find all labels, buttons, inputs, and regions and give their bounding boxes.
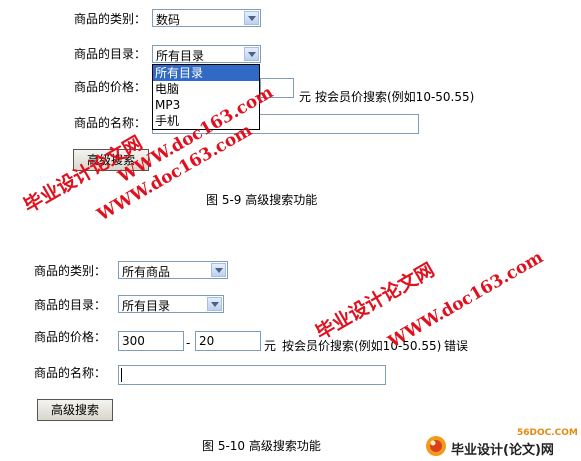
- category-label-1: 商品的类别：: [74, 12, 147, 26]
- chevron-down-icon[interactable]: [244, 47, 259, 61]
- name-label-2: 商品的名称：: [34, 366, 107, 380]
- figure-caption-2: 图 5-10 高级搜索功能: [202, 439, 321, 453]
- category-select-1[interactable]: 数码: [152, 9, 261, 27]
- chevron-down-icon[interactable]: [244, 11, 259, 25]
- text-caret: [121, 368, 122, 382]
- category-select-value: 所有商品: [122, 265, 171, 279]
- price-error-text: 错误: [444, 339, 469, 353]
- category-select-value: 数码: [156, 13, 181, 27]
- price-max-input[interactable]: 20: [195, 331, 261, 351]
- price-separator: -: [186, 336, 191, 350]
- logo-url-text: 56DOC.COM: [517, 428, 578, 438]
- price-min-input[interactable]: 300: [118, 331, 184, 351]
- catalog-label-1: 商品的目录：: [74, 47, 147, 61]
- price-hint-1: 按会员价搜索(例如10-50.55): [315, 90, 475, 104]
- price-unit-2: 元: [264, 339, 277, 353]
- logo-globe-icon: [426, 436, 446, 456]
- category-select-2[interactable]: 所有商品: [118, 261, 228, 279]
- category-label-2: 商品的类别：: [34, 264, 107, 278]
- name-label-1: 商品的名称：: [74, 116, 147, 130]
- price-hint-2: 按会员价搜索(例如10-50.55): [282, 339, 442, 353]
- catalog-label-2: 商品的目录：: [34, 298, 107, 312]
- price-unit-1: 元: [299, 90, 312, 104]
- catalog-select-value: 所有目录: [122, 299, 171, 313]
- figure-caption-1: 图 5-9 高级搜索功能: [206, 193, 318, 207]
- name-input-2[interactable]: [118, 365, 386, 385]
- catalog-select-1[interactable]: 所有目录: [152, 45, 261, 63]
- chevron-down-icon[interactable]: [211, 263, 226, 277]
- catalog-select-2[interactable]: 所有目录: [118, 295, 224, 313]
- advanced-search-button-2[interactable]: 高级搜索: [37, 399, 113, 421]
- site-logo: 56DOC.COM 毕业设计(论文)网: [425, 428, 578, 458]
- price-label-2: 商品的价格：: [34, 330, 107, 344]
- catalog-select-value: 所有目录: [156, 49, 205, 63]
- price-label-1: 商品的价格：: [74, 80, 147, 94]
- chevron-down-icon[interactable]: [207, 297, 222, 311]
- logo-site-name: 毕业设计(论文)网: [451, 443, 554, 458]
- dropdown-option-all[interactable]: 所有目录: [153, 65, 259, 81]
